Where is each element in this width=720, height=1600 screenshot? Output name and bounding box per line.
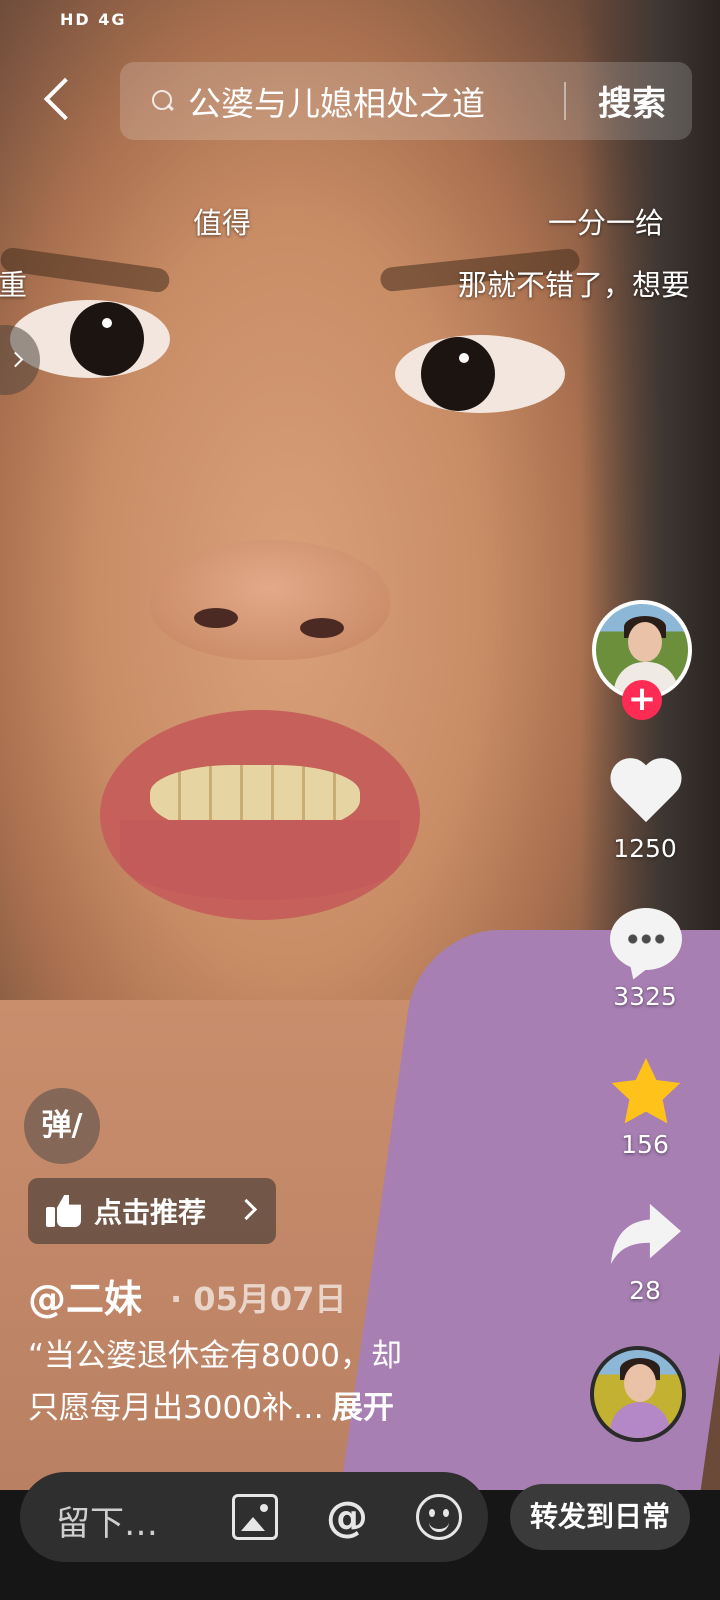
right-eye: [395, 335, 565, 413]
comment-count: 3325: [613, 982, 677, 1011]
music-disc[interactable]: [590, 1346, 686, 1442]
comment-placeholder: 留下…: [56, 1504, 158, 1544]
danmaku-item: 重: [0, 268, 28, 302]
forward-to-daily-button[interactable]: 转发到日常: [510, 1484, 690, 1550]
recommend-label: 点击推荐: [94, 1196, 207, 1229]
follow-button[interactable]: +: [622, 680, 662, 720]
chevron-right-icon: [235, 1198, 258, 1221]
like-count: 1250: [613, 834, 677, 863]
status-bar: HD 4G: [60, 10, 127, 29]
recommend-button[interactable]: 点击推荐: [28, 1178, 276, 1244]
star-icon[interactable]: [606, 1052, 686, 1132]
image-icon[interactable]: [232, 1494, 278, 1540]
post-date: · 05月07日: [170, 1280, 347, 1318]
post-description-text: 只愿每月出3000补…: [28, 1390, 324, 1426]
danmaku-item: 一分一给: [548, 206, 665, 240]
search-query[interactable]: 公婆与儿媳相处之道: [188, 77, 485, 125]
expand-button[interactable]: 展开: [332, 1390, 394, 1426]
danmaku-toggle-button[interactable]: 弹/: [24, 1088, 100, 1164]
author-name[interactable]: @二妹: [28, 1268, 142, 1323]
post-description-line-2: 只愿每月出3000补… 展开: [28, 1384, 498, 1432]
at-icon[interactable]: @: [324, 1494, 370, 1540]
search-bar[interactable]: 公婆与儿媳相处之道 搜索: [120, 62, 692, 140]
nose: [150, 540, 390, 660]
share-icon[interactable]: [606, 1200, 686, 1270]
favorite-count: 156: [621, 1130, 669, 1159]
search-divider: [564, 82, 566, 120]
search-icon: [152, 90, 174, 112]
back-arrow-icon[interactable]: [34, 72, 84, 128]
danmaku-item: 那就不错了，想要: [458, 268, 691, 302]
post-description-line-1: “当公婆退休金有8000，却: [28, 1338, 402, 1374]
comment-input[interactable]: 留下… @: [20, 1472, 488, 1562]
danmaku-item: 值得: [193, 206, 252, 240]
thumbs-up-icon: [46, 1195, 82, 1227]
heart-icon[interactable]: [610, 760, 682, 828]
lower-lip: [120, 820, 400, 900]
emoji-icon[interactable]: [416, 1494, 462, 1540]
search-button[interactable]: 搜索: [598, 76, 666, 125]
share-count: 28: [629, 1276, 661, 1305]
comment-icon[interactable]: [610, 908, 682, 970]
